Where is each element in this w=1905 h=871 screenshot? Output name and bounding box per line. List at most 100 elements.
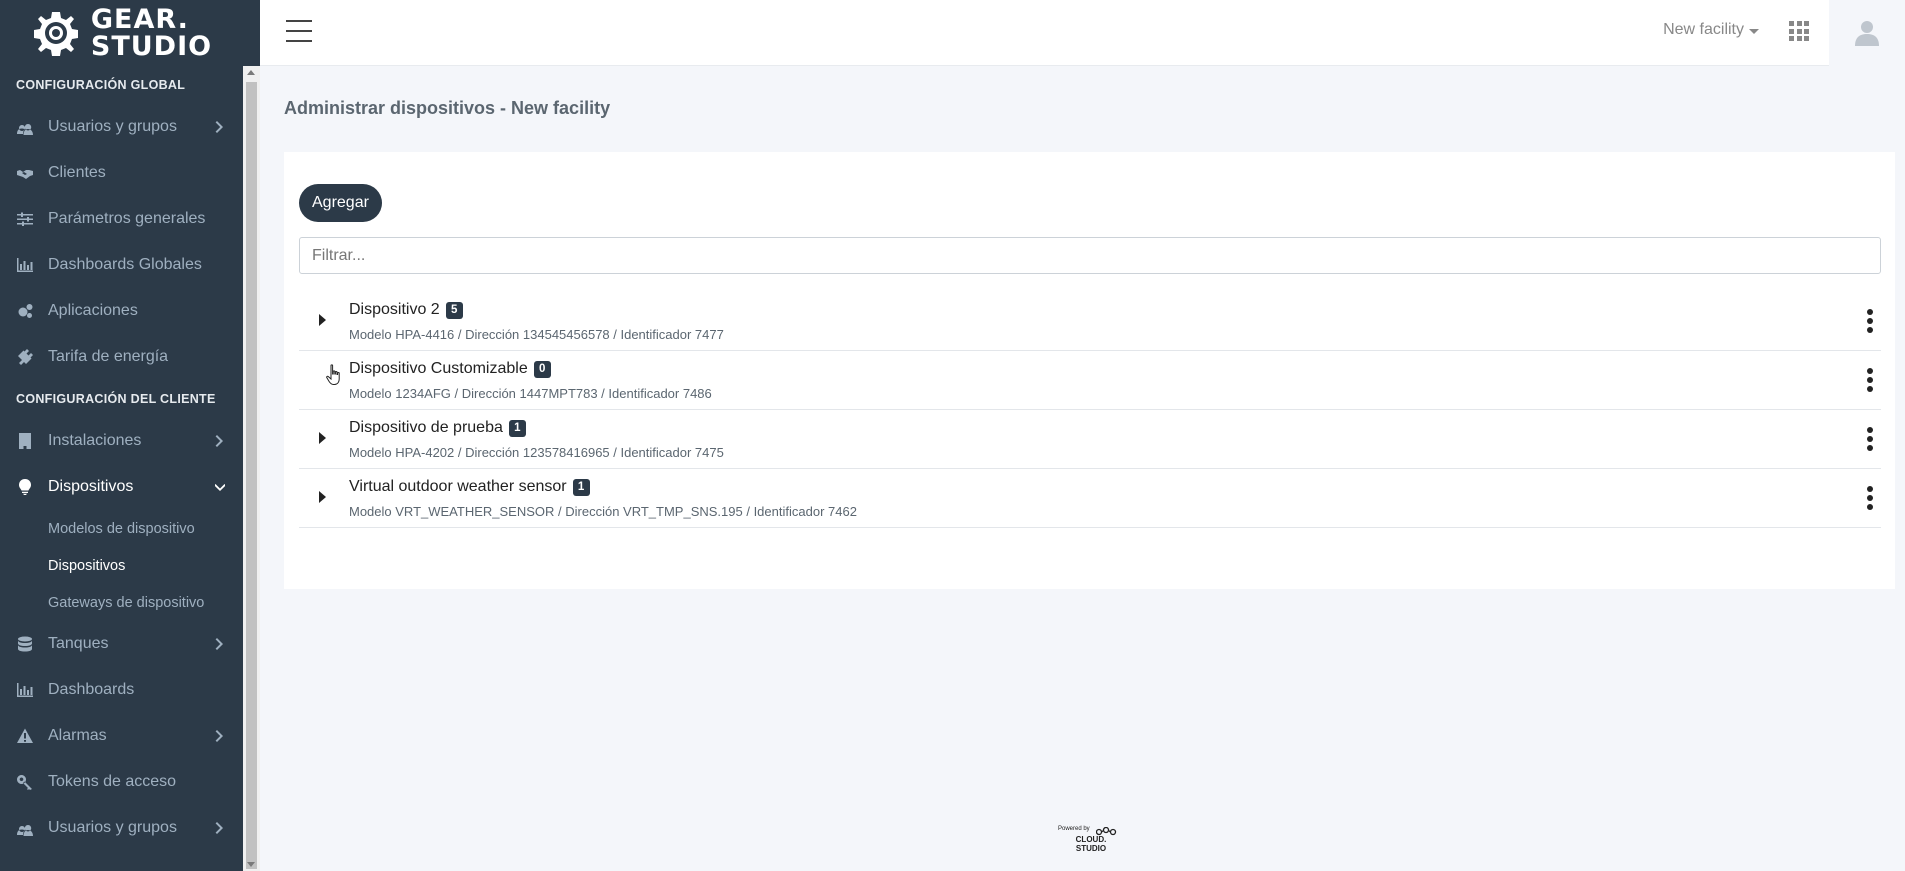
plug-icon [16, 348, 34, 366]
sidebar-item-label: Dashboards [48, 681, 135, 698]
device-row[interactable]: Dispositivo 2 5 Modelo HPA-4416 / Direcció… [299, 292, 1881, 351]
sidebar-item-tokens-de-acceso[interactable]: Tokens de acceso [0, 759, 243, 805]
bar-chart-icon [16, 256, 34, 274]
chevron-right-icon [215, 120, 225, 134]
sidebar-subitem-gateways-de-dispositivo[interactable]: Gateways de dispositivo [0, 584, 243, 621]
add-device-button[interactable]: Agregar [299, 184, 382, 222]
sidebar-item-dashboards-globales[interactable]: Dashboards Globales [0, 242, 243, 288]
facility-dropdown[interactable]: New facility [1663, 21, 1759, 39]
sidebar-item-label: Tarifa de energía [48, 348, 169, 365]
top-header: New facility [260, 0, 1905, 66]
sidebar-subitem-modelos-de-dispositivo[interactable]: Modelos de dispositivo [0, 510, 243, 547]
brand-line-1: GEAR. [90, 4, 189, 35]
key-icon [16, 773, 34, 791]
user-menu-button[interactable] [1829, 0, 1905, 66]
device-name-line: Virtual outdoor weather sensor 1 [349, 478, 590, 496]
kebab-menu-icon[interactable] [1866, 368, 1874, 392]
sidebar-item-clientes[interactable]: Clientes [0, 150, 243, 196]
scroll-down-arrow-icon[interactable] [247, 862, 255, 867]
building-icon [16, 432, 34, 450]
hand-cursor-icon [326, 364, 340, 385]
cloud-studio-line-2: STUDIO [1075, 844, 1107, 853]
sidebar-item-usuarios-y-grupos[interactable]: Usuarios y grupos [0, 805, 243, 851]
sidebar-item-usuarios-y-grupos[interactable]: Usuarios y grupos [0, 104, 243, 150]
expand-caret-icon[interactable] [319, 432, 326, 444]
database-icon [16, 635, 34, 653]
caret-down-icon [1749, 28, 1759, 34]
filter-input[interactable] [299, 237, 1881, 274]
sidebar-subitem-dispositivos[interactable]: Dispositivos [0, 547, 243, 584]
sidebar-item-label: Tokens de acceso [48, 773, 177, 790]
sidebar-item-label: Usuarios y grupos [48, 118, 177, 135]
apps-grid-icon[interactable] [1789, 21, 1809, 41]
sidebar-item-label: Clientes [48, 164, 106, 181]
device-row[interactable]: Virtual outdoor weather sensor 1 Modelo VR… [299, 469, 1881, 528]
bar-chart-icon [16, 681, 34, 699]
hamburger-menu-icon[interactable] [286, 20, 312, 42]
device-row[interactable]: Dispositivo Customizable 0 Modelo 1234AFG … [299, 351, 1881, 410]
sidebar-item-label: Alarmas [48, 727, 107, 744]
devices-card: Agregar Dispositivo 2 5 Modelo HPA-4416 / … [284, 152, 1895, 589]
device-row[interactable]: Dispositivo de prueba 1 Modelo HPA-4202 / … [299, 410, 1881, 469]
page-title: Administrar dispositivos - New facility [284, 98, 611, 118]
section-header-client: CONFIGURACIÓN DEL CLIENTE [16, 392, 216, 406]
device-list: Dispositivo 2 5 Modelo HPA-4416 / Direcció… [299, 292, 1881, 528]
device-name-line: Dispositivo 2 5 [349, 301, 463, 319]
sliders-icon [16, 210, 34, 228]
sidebar-item-label: Instalaciones [48, 432, 142, 449]
cogs-icon [16, 302, 34, 320]
facility-label: New facility [1663, 21, 1744, 38]
kebab-menu-icon[interactable] [1866, 486, 1874, 510]
device-meta: Modelo HPA-4416 / Dirección 134545456578… [349, 327, 724, 342]
device-name[interactable]: Virtual outdoor weather sensor [349, 478, 567, 496]
device-count-badge: 0 [533, 360, 551, 378]
lightbulb-icon [16, 478, 34, 496]
sidebar-item-label: Dispositivos [48, 478, 134, 495]
handshake-icon [16, 164, 34, 182]
footer-powered-by: Powered by CLOUD. STUDIO [1058, 826, 1124, 858]
brand-name: GEAR. STUDIO [91, 6, 212, 60]
chevron-right-icon [215, 729, 225, 743]
sidebar-item-tarifa-de-energia[interactable]: Tarifa de energía [0, 334, 243, 380]
users-icon [16, 819, 34, 837]
sidebar-item-label: Dashboards Globales [48, 256, 202, 273]
sidebar-scrollbar[interactable] [243, 66, 260, 871]
brand-line-2: STUDIO [90, 31, 213, 62]
sidebar-item-instalaciones[interactable]: Instalaciones [0, 418, 243, 464]
sidebar-scroll-gutter-top [243, 0, 260, 66]
sidebar-item-label: Aplicaciones [48, 302, 138, 319]
sidebar-item-parametros-generales[interactable]: Parámetros generales [0, 196, 243, 242]
scrollbar-thumb[interactable] [246, 82, 257, 869]
gear-studio-logo[interactable]: GEAR. STUDIO [0, 0, 243, 66]
sidebar-item-dispositivos[interactable]: Dispositivos [0, 464, 243, 510]
sidebar-item-aplicaciones[interactable]: Aplicaciones [0, 288, 243, 334]
sidebar-item-dashboards[interactable]: Dashboards [0, 667, 243, 713]
device-meta: Modelo 1234AFG / Dirección 1447MPT783 / … [349, 386, 712, 401]
warning-icon [16, 727, 34, 745]
cloud-studio-logo-icon [1096, 827, 1117, 836]
sidebar-item-label: Usuarios y grupos [48, 819, 177, 836]
users-icon [16, 118, 34, 136]
sidebar-item-alarmas[interactable]: Alarmas [0, 713, 243, 759]
user-avatar-icon [1855, 21, 1879, 46]
device-name[interactable]: Dispositivo Customizable [349, 360, 528, 378]
sidebar-item-tanques[interactable]: Tanques [0, 621, 243, 667]
kebab-menu-icon[interactable] [1866, 309, 1874, 333]
device-name[interactable]: Dispositivo de prueba [349, 419, 503, 437]
cloud-studio-brand: CLOUD. STUDIO [1076, 835, 1107, 853]
kebab-menu-icon[interactable] [1866, 427, 1874, 451]
device-count-badge: 5 [445, 301, 463, 319]
sidebar-item-label: Tanques [48, 635, 109, 652]
device-count-badge: 1 [572, 478, 590, 496]
device-count-badge: 1 [508, 419, 526, 437]
chevron-right-icon [215, 821, 225, 835]
chevron-down-icon [214, 480, 226, 494]
sidebar: GEAR. STUDIO CONFIGURACIÓN GLOBAL Usuari… [0, 0, 243, 871]
device-name-line: Dispositivo Customizable 0 [349, 360, 551, 378]
expand-caret-icon[interactable] [319, 314, 326, 326]
device-meta: Modelo VRT_WEATHER_SENSOR / Dirección VR… [349, 504, 857, 519]
powered-by-text: Powered by [1058, 826, 1090, 832]
scroll-up-arrow-icon[interactable] [247, 70, 255, 75]
expand-caret-icon[interactable] [319, 491, 326, 503]
device-name[interactable]: Dispositivo 2 [349, 301, 440, 319]
